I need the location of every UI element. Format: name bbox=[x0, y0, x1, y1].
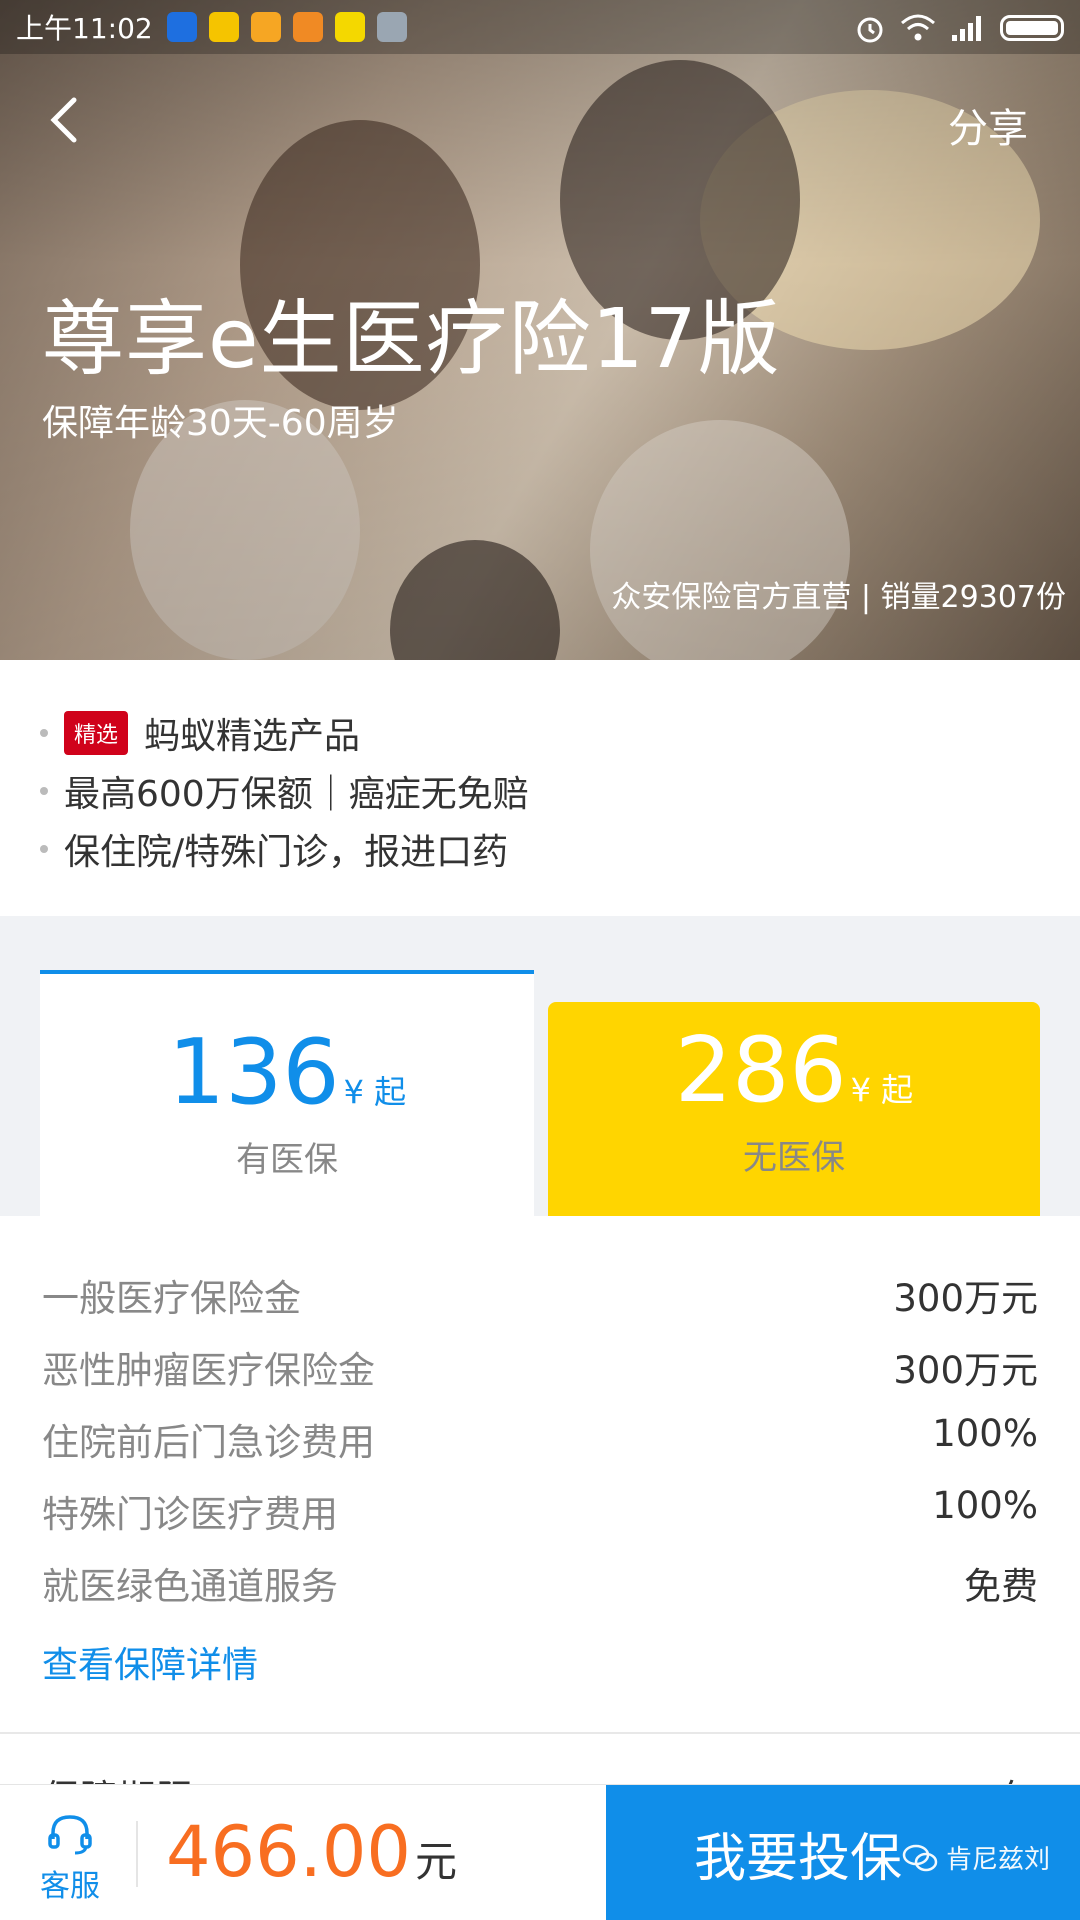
section-divider bbox=[0, 1732, 1080, 1734]
plan-label: 无医保 bbox=[743, 1138, 845, 1178]
watermark: 肯尼兹刘 bbox=[902, 1839, 1050, 1876]
coverage-table: 一般医疗保险金 300万元 恶性肿瘤医疗保险金 300万元 住院前后门急诊费用 … bbox=[0, 1216, 1080, 1732]
buy-button-label: 我要投保 bbox=[693, 1828, 902, 1889]
coverage-label: 一般医疗保险金 bbox=[42, 1277, 301, 1320]
wechat-icon bbox=[902, 1844, 938, 1871]
feature-item: 最高600万保额｜癌症无免赔 bbox=[40, 762, 1080, 820]
plan-label: 有医保 bbox=[236, 1140, 338, 1180]
wifi-icon bbox=[901, 14, 935, 41]
notes-app-icon bbox=[376, 12, 407, 42]
plan-selector: 136 ¥ 起 有医保 286 ¥ 起 无医保 bbox=[0, 916, 1080, 1216]
plan-price-suffix: ¥ 起 bbox=[343, 1073, 407, 1111]
coverage-value: 免费 bbox=[964, 1565, 1038, 1608]
plan-with-medical-insurance[interactable]: 136 ¥ 起 有医保 bbox=[40, 970, 534, 1216]
price-unit: 元 bbox=[414, 1837, 457, 1886]
status-bar: 上午11:02 bbox=[0, 0, 1080, 54]
view-coverage-details-link[interactable]: 查看保障详情 bbox=[42, 1636, 258, 1688]
bar-separator bbox=[136, 1821, 138, 1887]
plan-price-group: 286 ¥ 起 bbox=[548, 1002, 1040, 1116]
bottom-action-bar: 客服 466.00元 我要投保 肯尼兹刘 bbox=[0, 1784, 1080, 1920]
hero-banner: 上午11:02 分享 尊享e生医疗险17版 保障年龄30天-60周岁 众安保险官… bbox=[0, 0, 1080, 660]
feature-text: 蚂蚁精选产品 bbox=[144, 716, 361, 757]
share-button[interactable]: 分享 bbox=[948, 96, 1028, 154]
coverage-label: 恶性肿瘤医疗保险金 bbox=[42, 1349, 375, 1392]
product-title: 尊享e生医疗险17版 bbox=[42, 292, 781, 387]
customer-service-label: 客服 bbox=[40, 1869, 100, 1904]
headset-icon bbox=[48, 1815, 92, 1855]
feature-item: 保住院/特殊门诊，报进口药 bbox=[40, 820, 1080, 878]
coverage-value: 300万元 bbox=[893, 1277, 1038, 1320]
plan-price-suffix: ¥ 起 bbox=[850, 1071, 914, 1109]
seller-sales-info: 众安保险官方直营 | 销量29307份 bbox=[611, 580, 1066, 615]
age-range: 保障年龄30天-60周岁 bbox=[42, 403, 399, 444]
coverage-row: 住院前后门急诊费用 100% bbox=[42, 1412, 1038, 1484]
du-app-icon bbox=[166, 12, 197, 42]
deal-app-icon bbox=[292, 12, 323, 42]
watermark-text: 肯尼兹刘 bbox=[945, 1845, 1050, 1875]
battery-icon bbox=[1000, 15, 1064, 41]
feature-text: 保住院/特殊门诊，报进口药 bbox=[64, 832, 509, 873]
music-app-icon bbox=[334, 12, 365, 42]
plan-price-group: 136 ¥ 起 bbox=[40, 974, 534, 1118]
plan-price: 286 bbox=[674, 1018, 847, 1123]
bullet-dot bbox=[40, 845, 48, 853]
alarm-icon bbox=[857, 17, 883, 43]
coverage-label: 特殊门诊医疗费用 bbox=[42, 1493, 338, 1536]
customer-service-button[interactable]: 客服 bbox=[30, 1813, 110, 1905]
coverage-value: 100% bbox=[932, 1412, 1038, 1455]
back-arrow-icon[interactable] bbox=[40, 90, 100, 150]
coverage-label: 就医绿色通道服务 bbox=[42, 1565, 338, 1608]
buy-insurance-button[interactable]: 我要投保 肯尼兹刘 bbox=[606, 1785, 1080, 1920]
price-amount: 466.00 bbox=[166, 1811, 411, 1893]
feature-list: 精选 蚂蚁精选产品 最高600万保额｜癌症无免赔 保住院/特殊门诊，报进口药 bbox=[0, 660, 1080, 916]
status-time: 上午11:02 bbox=[16, 12, 153, 45]
coverage-row: 就医绿色通道服务 免费 bbox=[42, 1556, 1038, 1628]
coverage-value: 300万元 bbox=[893, 1349, 1038, 1392]
plan-without-medical-insurance[interactable]: 286 ¥ 起 无医保 bbox=[548, 1002, 1040, 1216]
signal-icon bbox=[952, 16, 981, 41]
bullet-dot bbox=[40, 787, 48, 795]
coverage-value: 100% bbox=[932, 1484, 1038, 1527]
total-price: 466.00元 bbox=[166, 1811, 457, 1893]
mi-store-app-icon bbox=[250, 12, 281, 42]
plan-price: 136 bbox=[167, 1020, 340, 1125]
reader-app-icon bbox=[208, 12, 239, 42]
coverage-row: 恶性肿瘤医疗保险金 300万元 bbox=[42, 1340, 1038, 1412]
feature-item: 精选 蚂蚁精选产品 bbox=[40, 704, 1080, 762]
coverage-row: 一般医疗保险金 300万元 bbox=[42, 1268, 1038, 1340]
coverage-row: 特殊门诊医疗费用 100% bbox=[42, 1484, 1038, 1556]
featured-badge: 精选 bbox=[64, 711, 129, 755]
bullet-dot bbox=[40, 729, 48, 737]
feature-text: 最高600万保额｜癌症无免赔 bbox=[64, 774, 529, 815]
coverage-label: 住院前后门急诊费用 bbox=[42, 1421, 375, 1464]
